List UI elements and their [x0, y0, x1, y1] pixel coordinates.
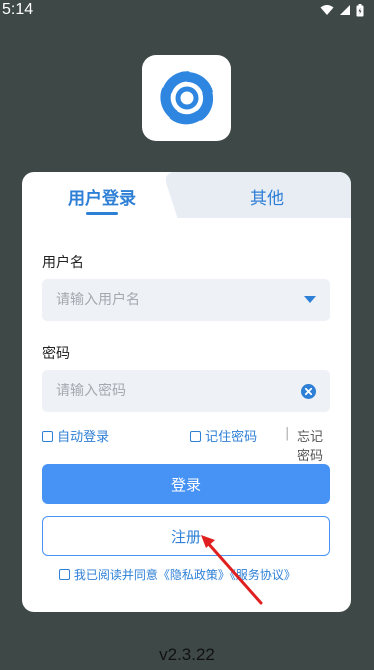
app-logo — [142, 55, 231, 141]
checkbox-icon — [190, 431, 201, 442]
battery-icon — [356, 3, 364, 16]
password-label: 密码 — [42, 346, 70, 362]
tab-user-login[interactable]: 用户登录 — [68, 184, 136, 209]
status-time: 5:14 — [2, 1, 34, 18]
tab-active-indicator — [86, 212, 118, 215]
options-row: 自动登录 记住密码 | 忘记密码 — [42, 426, 332, 464]
annotation-arrow-icon — [201, 535, 263, 605]
login-card: 用户登录 其他 用户名 密码 自动登录 记住密码 | 忘记密码 登录 注册 我已 — [22, 172, 351, 612]
auto-login-label: 自动登录 — [57, 430, 110, 445]
dropdown-arrow-icon[interactable] — [304, 296, 316, 304]
username-input[interactable] — [56, 292, 304, 308]
signal-icon — [340, 5, 350, 15]
app-version: v2.3.22 — [159, 645, 215, 664]
password-input[interactable] — [56, 383, 301, 399]
password-field[interactable] — [42, 370, 330, 412]
checkbox-icon — [59, 569, 70, 580]
separator: | — [285, 426, 290, 441]
wifi-icon — [320, 5, 334, 15]
checkbox-icon — [42, 431, 53, 442]
clear-icon[interactable] — [301, 383, 316, 399]
remember-password-checkbox[interactable]: 记住密码 — [190, 426, 257, 445]
remember-password-label: 记住密码 — [205, 430, 258, 445]
tab-other[interactable]: 其他 — [250, 184, 284, 209]
username-label: 用户名 — [42, 255, 84, 271]
app-logo-icon — [159, 71, 213, 125]
register-button[interactable]: 注册 — [42, 516, 330, 556]
auto-login-checkbox[interactable]: 自动登录 — [42, 426, 109, 445]
status-bar: 5:14 — [0, 0, 374, 20]
status-icons — [320, 3, 364, 17]
forgot-password-link[interactable]: 忘记密码 — [297, 426, 332, 464]
username-field[interactable] — [42, 279, 330, 321]
tab-bar: 用户登录 其他 — [22, 172, 351, 218]
login-button[interactable]: 登录 — [42, 464, 330, 504]
